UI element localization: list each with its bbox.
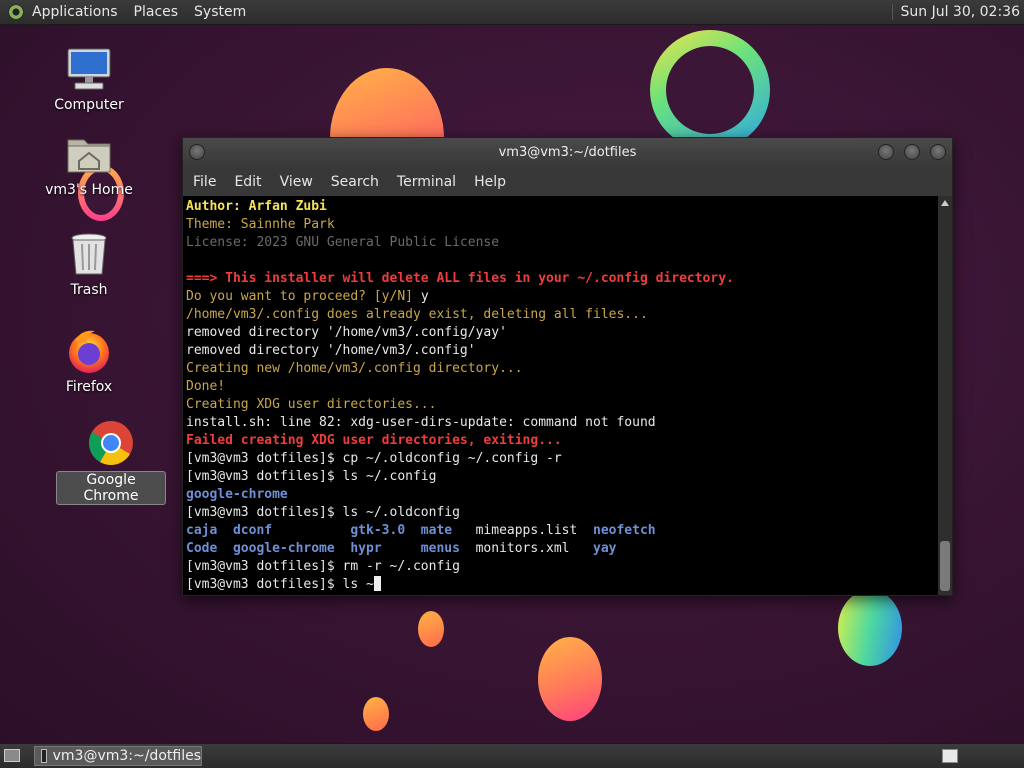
terminal-icon <box>41 749 47 763</box>
close-button[interactable] <box>930 144 946 160</box>
terminal-text: google-chrome <box>186 487 288 502</box>
show-desktop-icon[interactable] <box>4 749 20 762</box>
terminal-line: install.sh: line 82: xdg-user-dirs-updat… <box>186 414 938 432</box>
terminal-line: [vm3@vm3 dotfiles]$ ls ~/.config <box>186 468 938 486</box>
terminal-line: Author: Arfan Zubi <box>186 198 938 216</box>
terminal-line: removed directory '/home/vm3/.config' <box>186 342 938 360</box>
terminal-text: [vm3@vm3 dotfiles]$ rm -r ~/.config <box>186 559 460 574</box>
terminal-text: removed directory '/home/vm3/.config/yay… <box>186 325 507 340</box>
terminal-line: [vm3@vm3 dotfiles]$ ls ~/.oldconfig <box>186 504 938 522</box>
terminal-text: Code google-chrome hypr menus <box>186 541 476 556</box>
window-title: vm3@vm3:~/dotfiles <box>498 145 637 160</box>
terminal-line: google-chrome <box>186 486 938 504</box>
bottom-panel: vm3@vm3:~/dotfiles <box>0 743 1024 768</box>
desktop-icon-home[interactable]: vm3's Home <box>34 130 144 198</box>
taskbar-item-terminal[interactable]: vm3@vm3:~/dotfiles <box>34 746 202 766</box>
terminal-line: Done! <box>186 378 938 396</box>
terminal-text: mimeapps.list <box>475 523 593 538</box>
terminal-text: Author: Arfan Zubi <box>186 199 327 214</box>
workspace-switcher[interactable] <box>942 749 958 763</box>
terminal-text: License: 2023 GNU General Public License <box>186 235 500 250</box>
terminal-line: Creating XDG user directories... <box>186 396 938 414</box>
terminal-window[interactable]: vm3@vm3:~/dotfiles File Edit View Search… <box>182 137 953 596</box>
terminal-text: Creating new /home/vm3/.config directory… <box>186 361 523 376</box>
menu-system[interactable]: System <box>194 4 246 20</box>
menu-search[interactable]: Search <box>331 174 379 190</box>
terminal-line: [vm3@vm3 dotfiles]$ ls ~ <box>186 576 938 594</box>
terminal-text: [vm3@vm3 dotfiles]$ ls ~/.config <box>186 469 437 484</box>
terminal-text: monitors.xml <box>475 541 593 556</box>
desktop-icon-google-chrome[interactable]: Google Chrome <box>56 419 166 505</box>
terminal-line: License: 2023 GNU General Public License <box>186 234 938 252</box>
mate-logo-icon[interactable] <box>8 4 24 20</box>
taskbar-item-label: vm3@vm3:~/dotfiles <box>52 748 201 764</box>
terminal-text: Done! <box>186 379 226 394</box>
wallpaper-blob <box>363 697 389 731</box>
terminal-text: /home/vm3/.config does already exist, de… <box>186 307 648 322</box>
desktop-icon-computer[interactable]: Computer <box>34 45 144 113</box>
desktop-icon-label: Trash <box>70 282 108 298</box>
terminal-line: removed directory '/home/vm3/.config/yay… <box>186 324 938 342</box>
terminal-line: caja dconf gtk-3.0 mate mimeapps.list ne… <box>186 522 938 540</box>
menu-file[interactable]: File <box>193 174 216 190</box>
maximize-button[interactable] <box>904 144 920 160</box>
desktop-icon-label: Firefox <box>65 379 113 395</box>
wallpaper-blob <box>418 611 444 647</box>
menu-terminal[interactable]: Terminal <box>397 174 456 190</box>
terminal-text: yay <box>593 541 617 556</box>
terminal-text: Theme: Sainnhe Park <box>186 217 335 232</box>
window-titlebar[interactable]: vm3@vm3:~/dotfiles <box>183 138 952 168</box>
terminal-menubar: File Edit View Search Terminal Help <box>183 168 952 196</box>
wallpaper-ring <box>650 30 770 150</box>
terminal-line: Failed creating XDG user directories, ex… <box>186 432 938 450</box>
terminal-line: [vm3@vm3 dotfiles]$ cp ~/.oldconfig ~/.c… <box>186 450 938 468</box>
home-folder-icon <box>65 130 113 178</box>
scroll-up-arrow-icon[interactable] <box>941 200 949 206</box>
terminal-text: removed directory '/home/vm3/.config' <box>186 343 476 358</box>
terminal-line: Code google-chrome hypr menus monitors.x… <box>186 540 938 558</box>
terminal-scrollbar[interactable] <box>938 196 952 595</box>
terminal-text: Do you want to proceed? [y/N] <box>186 289 421 304</box>
terminal-text: Creating XDG user directories... <box>186 397 437 412</box>
terminal-text: [vm3@vm3 dotfiles]$ cp ~/.oldconfig ~/.c… <box>186 451 562 466</box>
chrome-icon <box>87 419 135 467</box>
desktop-icon-label: Google Chrome <box>56 471 166 505</box>
terminal-line: Do you want to proceed? [y/N] y <box>186 288 938 306</box>
menu-view[interactable]: View <box>280 174 313 190</box>
minimize-button[interactable] <box>878 144 894 160</box>
terminal-text: Failed creating XDG user directories, ex… <box>186 433 562 448</box>
clock[interactable]: Sun Jul 30, 02:36 <box>891 4 1020 20</box>
terminal-text: [vm3@vm3 dotfiles]$ ls ~/.oldconfig <box>186 505 460 520</box>
terminal-output[interactable]: Author: Arfan Zubi Theme: Sainnhe Park Lic… <box>183 196 938 595</box>
terminal-line: [vm3@vm3 dotfiles]$ rm -r ~/.config <box>186 558 938 576</box>
terminal-line: Creating new /home/vm3/.config directory… <box>186 360 938 378</box>
menu-help[interactable]: Help <box>474 174 506 190</box>
desktop-icon-label: Computer <box>54 97 124 113</box>
desktop-icon-label: vm3's Home <box>45 182 133 198</box>
scrollbar-thumb[interactable] <box>940 541 950 591</box>
wallpaper-blob <box>838 590 902 666</box>
terminal-text: install.sh: line 82: xdg-user-dirs-updat… <box>186 415 656 430</box>
terminal-line: Theme: Sainnhe Park <box>186 216 938 234</box>
terminal-line: ===> This installer will delete ALL file… <box>186 270 938 288</box>
firefox-icon <box>65 327 113 375</box>
terminal-text: y <box>420 289 429 304</box>
terminal-text: [vm3@vm3 dotfiles]$ ls ~ <box>186 577 374 592</box>
menu-edit[interactable]: Edit <box>234 174 261 190</box>
top-panel: Applications Places System Sun Jul 30, 0… <box>0 0 1024 25</box>
desktop-icon-firefox[interactable]: Firefox <box>34 327 144 395</box>
terminal-line: /home/vm3/.config does already exist, de… <box>186 306 938 324</box>
menu-applications[interactable]: Applications <box>32 4 118 20</box>
terminal-text: ===> This installer will delete ALL file… <box>186 271 734 286</box>
terminal-text: caja dconf gtk-3.0 mate <box>186 523 476 538</box>
trash-icon <box>65 230 113 278</box>
terminal-text: neofetch <box>593 523 656 538</box>
wallpaper-blob <box>538 637 602 721</box>
computer-icon <box>65 45 113 93</box>
menu-places[interactable]: Places <box>134 4 179 20</box>
desktop-icon-trash[interactable]: Trash <box>34 230 144 298</box>
terminal-cursor <box>373 576 381 591</box>
